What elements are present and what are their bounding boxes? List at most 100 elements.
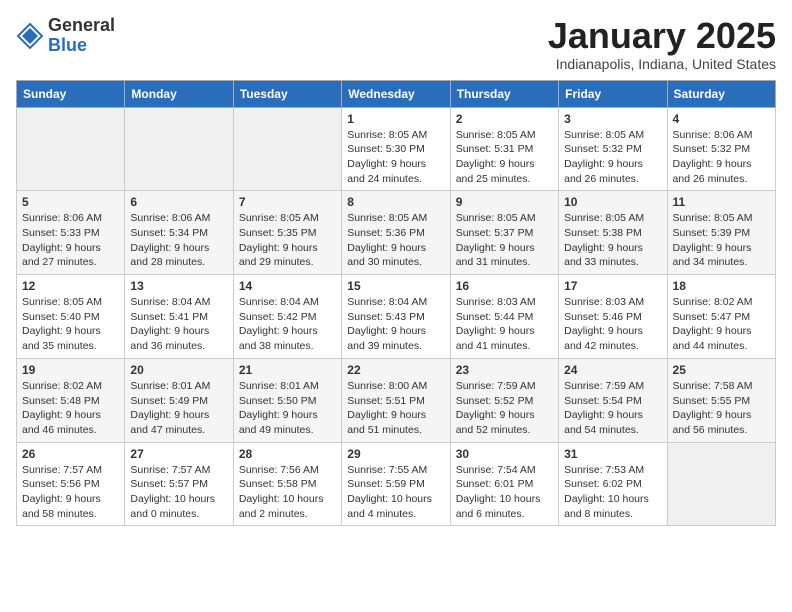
- calendar-cell: 10 Sunrise: 8:05 AM Sunset: 5:38 PM Dayli…: [559, 191, 667, 275]
- day-info: Sunrise: 8:05 AM Sunset: 5:32 PM Dayligh…: [564, 128, 661, 187]
- day-info: Sunrise: 8:05 AM Sunset: 5:31 PM Dayligh…: [456, 128, 553, 187]
- calendar-cell: 16 Sunrise: 8:03 AM Sunset: 5:44 PM Dayli…: [450, 275, 558, 359]
- month-title: January 2025: [548, 16, 776, 56]
- calendar-cell: [125, 107, 233, 191]
- calendar-cell: [233, 107, 341, 191]
- day-info: Sunrise: 8:04 AM Sunset: 5:41 PM Dayligh…: [130, 295, 227, 354]
- day-number: 5: [22, 195, 119, 209]
- day-header-thursday: Thursday: [450, 80, 558, 107]
- day-info: Sunrise: 8:06 AM Sunset: 5:34 PM Dayligh…: [130, 211, 227, 270]
- day-info: Sunrise: 8:06 AM Sunset: 5:33 PM Dayligh…: [22, 211, 119, 270]
- day-info: Sunrise: 7:57 AM Sunset: 5:57 PM Dayligh…: [130, 463, 227, 522]
- calendar-cell: 22 Sunrise: 8:00 AM Sunset: 5:51 PM Dayli…: [342, 358, 450, 442]
- day-info: Sunrise: 8:03 AM Sunset: 5:46 PM Dayligh…: [564, 295, 661, 354]
- day-number: 8: [347, 195, 444, 209]
- day-number: 31: [564, 447, 661, 461]
- calendar-cell: 24 Sunrise: 7:59 AM Sunset: 5:54 PM Dayli…: [559, 358, 667, 442]
- page-header: General Blue January 2025 Indianapolis, …: [16, 16, 776, 72]
- day-number: 27: [130, 447, 227, 461]
- logo: General Blue: [16, 16, 115, 56]
- day-info: Sunrise: 8:00 AM Sunset: 5:51 PM Dayligh…: [347, 379, 444, 438]
- day-number: 10: [564, 195, 661, 209]
- location: Indianapolis, Indiana, United States: [548, 56, 776, 72]
- day-number: 30: [456, 447, 553, 461]
- calendar-body: 1 Sunrise: 8:05 AM Sunset: 5:30 PM Daylig…: [17, 107, 776, 526]
- day-number: 21: [239, 363, 336, 377]
- day-info: Sunrise: 7:59 AM Sunset: 5:54 PM Dayligh…: [564, 379, 661, 438]
- day-info: Sunrise: 7:55 AM Sunset: 5:59 PM Dayligh…: [347, 463, 444, 522]
- calendar-cell: 15Sunrise: 8:04 AM Sunset: 5:43 PM Dayli…: [342, 275, 450, 359]
- day-info: Sunrise: 8:05 AM Sunset: 5:30 PM Dayligh…: [347, 128, 444, 187]
- day-number: 4: [673, 112, 770, 126]
- day-number: 7: [239, 195, 336, 209]
- day-info: Sunrise: 8:06 AM Sunset: 5:32 PM Dayligh…: [673, 128, 770, 187]
- day-number: 13: [130, 279, 227, 293]
- day-header-sunday: Sunday: [17, 80, 125, 107]
- day-number: 16: [456, 279, 553, 293]
- calendar-cell: 23Sunrise: 7:59 AM Sunset: 5:52 PM Dayli…: [450, 358, 558, 442]
- calendar-cell: 27 Sunrise: 7:57 AM Sunset: 5:57 PM Dayli…: [125, 442, 233, 526]
- calendar-cell: 20Sunrise: 8:01 AM Sunset: 5:49 PM Dayli…: [125, 358, 233, 442]
- day-info: Sunrise: 8:05 AM Sunset: 5:35 PM Dayligh…: [239, 211, 336, 270]
- calendar-cell: 2 Sunrise: 8:05 AM Sunset: 5:31 PM Daylig…: [450, 107, 558, 191]
- day-number: 1: [347, 112, 444, 126]
- logo-icon: [16, 22, 44, 50]
- day-info: Sunrise: 8:04 AM Sunset: 5:42 PM Dayligh…: [239, 295, 336, 354]
- calendar-cell: 21 Sunrise: 8:01 AM Sunset: 5:50 PM Dayli…: [233, 358, 341, 442]
- calendar-cell: 4 Sunrise: 8:06 AM Sunset: 5:32 PM Daylig…: [667, 107, 775, 191]
- day-number: 9: [456, 195, 553, 209]
- day-info: Sunrise: 7:54 AM Sunset: 6:01 PM Dayligh…: [456, 463, 553, 522]
- calendar-table: SundayMondayTuesdayWednesdayThursdayFrid…: [16, 80, 776, 527]
- day-info: Sunrise: 8:03 AM Sunset: 5:44 PM Dayligh…: [456, 295, 553, 354]
- title-block: January 2025 Indianapolis, Indiana, Unit…: [548, 16, 776, 72]
- day-info: Sunrise: 7:53 AM Sunset: 6:02 PM Dayligh…: [564, 463, 661, 522]
- calendar-cell: 25Sunrise: 7:58 AM Sunset: 5:55 PM Dayli…: [667, 358, 775, 442]
- calendar-cell: 17 Sunrise: 8:03 AM Sunset: 5:46 PM Dayli…: [559, 275, 667, 359]
- day-info: Sunrise: 7:56 AM Sunset: 5:58 PM Dayligh…: [239, 463, 336, 522]
- day-number: 2: [456, 112, 553, 126]
- calendar-cell: 31 Sunrise: 7:53 AM Sunset: 6:02 PM Dayli…: [559, 442, 667, 526]
- day-info: Sunrise: 8:05 AM Sunset: 5:40 PM Dayligh…: [22, 295, 119, 354]
- day-info: Sunrise: 8:01 AM Sunset: 5:50 PM Dayligh…: [239, 379, 336, 438]
- day-header-saturday: Saturday: [667, 80, 775, 107]
- calendar-cell: [17, 107, 125, 191]
- day-info: Sunrise: 8:05 AM Sunset: 5:39 PM Dayligh…: [673, 211, 770, 270]
- day-number: 29: [347, 447, 444, 461]
- day-info: Sunrise: 8:05 AM Sunset: 5:36 PM Dayligh…: [347, 211, 444, 270]
- day-number: 6: [130, 195, 227, 209]
- day-info: Sunrise: 8:05 AM Sunset: 5:38 PM Dayligh…: [564, 211, 661, 270]
- calendar-cell: 9 Sunrise: 8:05 AM Sunset: 5:37 PM Daylig…: [450, 191, 558, 275]
- calendar-cell: 14 Sunrise: 8:04 AM Sunset: 5:42 PM Dayli…: [233, 275, 341, 359]
- calendar-cell: 1 Sunrise: 8:05 AM Sunset: 5:30 PM Daylig…: [342, 107, 450, 191]
- day-number: 3: [564, 112, 661, 126]
- day-number: 12: [22, 279, 119, 293]
- day-header-wednesday: Wednesday: [342, 80, 450, 107]
- day-number: 26: [22, 447, 119, 461]
- day-info: Sunrise: 8:02 AM Sunset: 5:47 PM Dayligh…: [673, 295, 770, 354]
- day-number: 28: [239, 447, 336, 461]
- day-number: 17: [564, 279, 661, 293]
- day-number: 18: [673, 279, 770, 293]
- day-number: 11: [673, 195, 770, 209]
- calendar-cell: [667, 442, 775, 526]
- day-number: 24: [564, 363, 661, 377]
- day-header-friday: Friday: [559, 80, 667, 107]
- day-header-monday: Monday: [125, 80, 233, 107]
- day-info: Sunrise: 8:05 AM Sunset: 5:37 PM Dayligh…: [456, 211, 553, 270]
- day-number: 25: [673, 363, 770, 377]
- day-number: 19: [22, 363, 119, 377]
- calendar-cell: 5 Sunrise: 8:06 AM Sunset: 5:33 PM Daylig…: [17, 191, 125, 275]
- calendar-cell: 6 Sunrise: 8:06 AM Sunset: 5:34 PM Daylig…: [125, 191, 233, 275]
- calendar-cell: 28 Sunrise: 7:56 AM Sunset: 5:58 PM Dayli…: [233, 442, 341, 526]
- day-info: Sunrise: 8:04 AM Sunset: 5:43 PM Dayligh…: [347, 295, 444, 354]
- calendar-cell: 18 Sunrise: 8:02 AM Sunset: 5:47 PM Dayli…: [667, 275, 775, 359]
- logo-general-text: General: [48, 15, 115, 35]
- logo-blue-text: Blue: [48, 35, 87, 55]
- calendar-header: SundayMondayTuesdayWednesdayThursdayFrid…: [17, 80, 776, 107]
- calendar-cell: 8 Sunrise: 8:05 AM Sunset: 5:36 PM Daylig…: [342, 191, 450, 275]
- day-info: Sunrise: 7:57 AM Sunset: 5:56 PM Dayligh…: [22, 463, 119, 522]
- calendar-cell: 7 Sunrise: 8:05 AM Sunset: 5:35 PM Daylig…: [233, 191, 341, 275]
- day-number: 22: [347, 363, 444, 377]
- day-number: 20: [130, 363, 227, 377]
- day-number: 14: [239, 279, 336, 293]
